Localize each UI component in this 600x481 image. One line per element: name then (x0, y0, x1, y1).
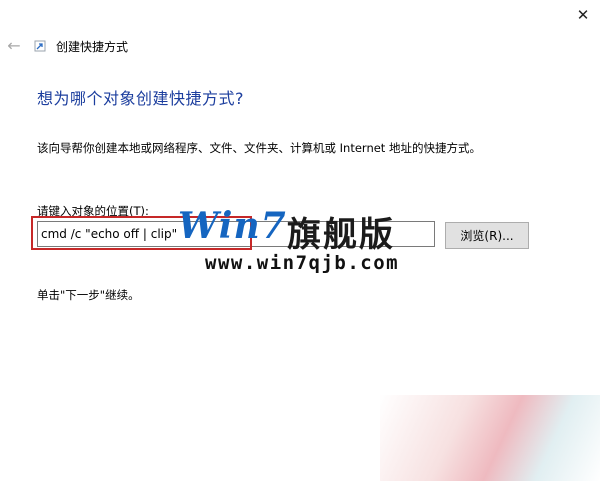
back-arrow-icon: ← (7, 35, 21, 55)
page-heading: 想为哪个对象创建快捷方式? (37, 89, 244, 108)
browse-button[interactable]: 浏览(R)... (445, 222, 529, 249)
close-button[interactable]: ✕ (566, 0, 600, 30)
window-title: 创建快捷方式 (56, 40, 129, 54)
shortcut-icon (34, 40, 46, 52)
next-hint-text: 单击"下一步"继续。 (37, 288, 140, 302)
browse-button-label: 浏览(R)... (460, 229, 514, 243)
watermark-logo: Win7 (178, 205, 287, 247)
watermark-cn-text: 旗舰版 (287, 215, 395, 255)
watermark-url: www.win7qjb.com (205, 252, 400, 274)
back-button[interactable]: ← (2, 34, 26, 56)
description-text: 该向导帮你创建本地或网络程序、文件、文件夹、计算机或 Internet 地址的快… (37, 141, 481, 155)
corner-decoration (380, 395, 600, 481)
close-icon: ✕ (576, 6, 590, 24)
